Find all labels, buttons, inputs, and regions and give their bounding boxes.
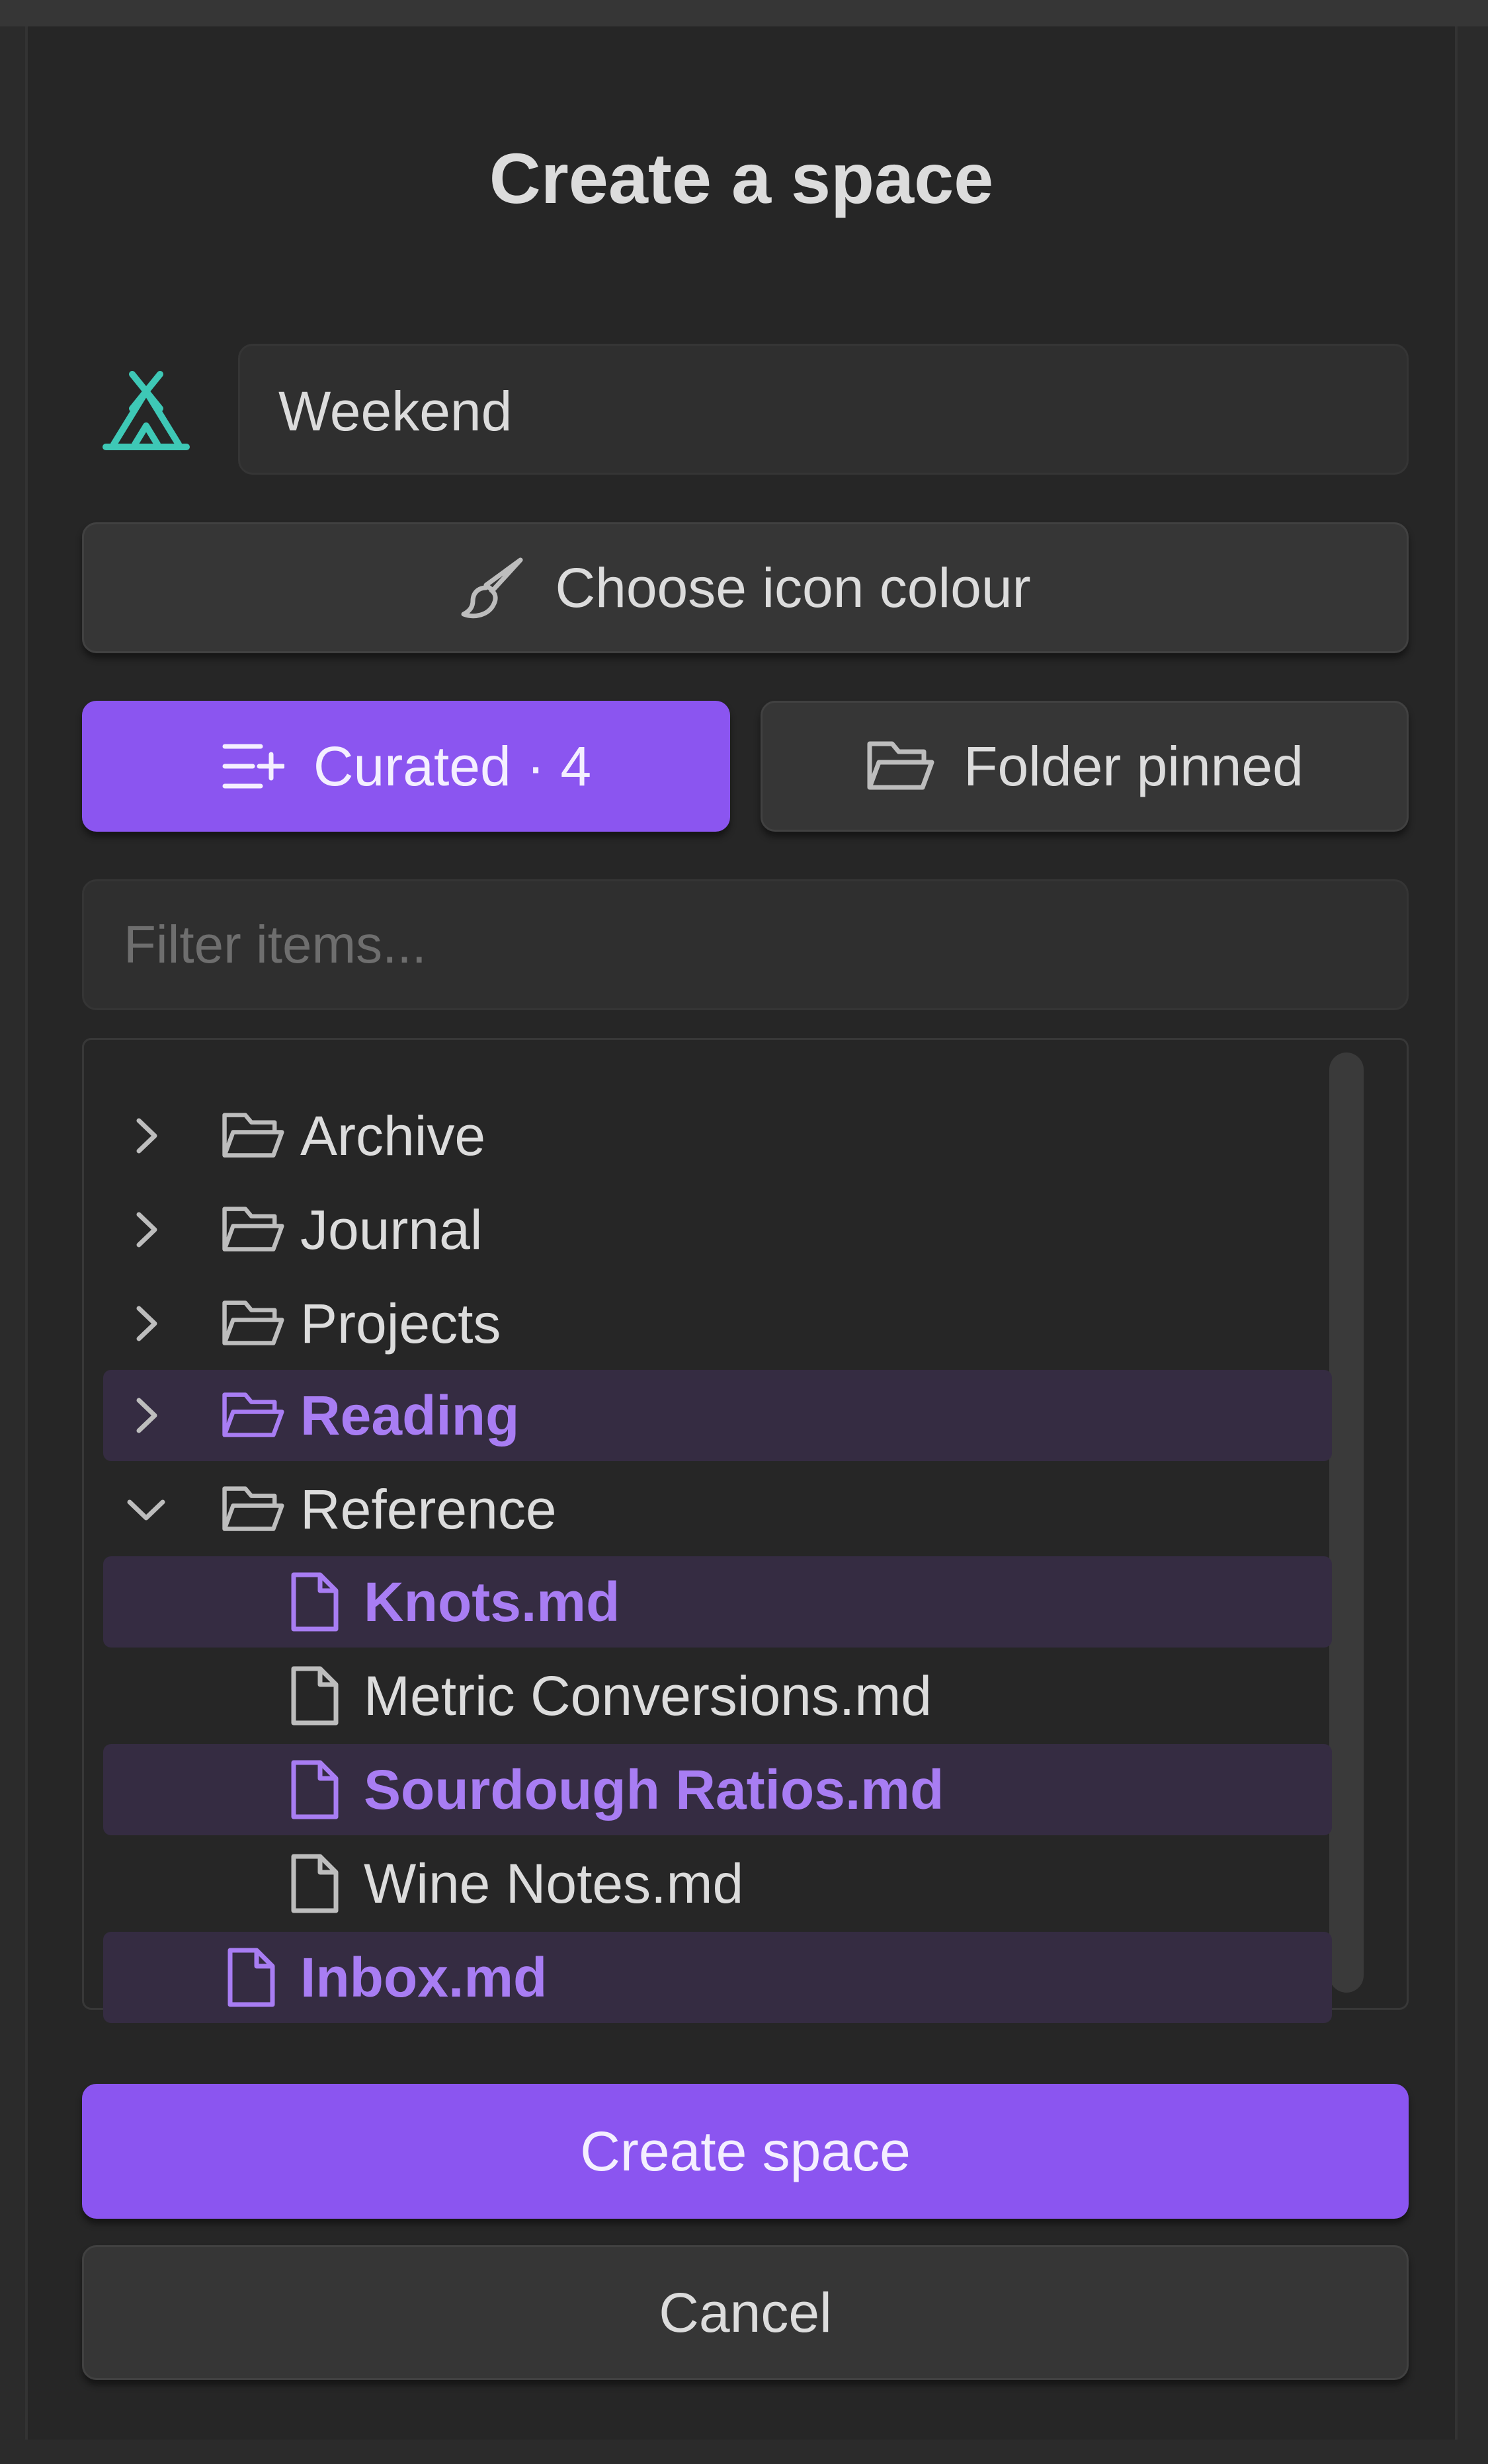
file-icon [291,1760,339,1819]
folder-pinned-mode-button[interactable]: Folder pinned [761,701,1409,832]
file-tree-scrollbar[interactable] [1329,1053,1364,1993]
tree-item-projects[interactable]: Projects [103,1278,1332,1369]
chevron-right-icon[interactable] [123,1300,169,1347]
tree-item-inbox-md[interactable]: Inbox.md [103,1932,1332,2023]
choose-icon-colour-button[interactable]: Choose icon colour [82,522,1409,653]
tree-item-reference[interactable]: Reference [103,1464,1332,1555]
tree-item-wine-notes-md[interactable]: Wine Notes.md [103,1838,1332,1929]
file-icon [291,1572,339,1632]
paintbrush-icon [461,557,523,619]
folder-open-icon [222,1392,284,1437]
chevron-down-icon[interactable] [123,1486,169,1532]
tree-item-label: Archive [300,1104,486,1167]
chevron-right-icon[interactable] [123,1113,169,1159]
tree-item-metric-conversions-md[interactable]: Metric Conversions.md [103,1650,1332,1741]
tree-item-journal[interactable]: Journal [103,1184,1332,1275]
tree-item-sourdough-ratios-md[interactable]: Sourdough Ratios.md [103,1744,1332,1835]
tree-item-label: Reference [300,1478,557,1540]
file-icon [291,1854,339,1913]
tree-item-label: Projects [300,1292,501,1355]
window-top-bar [0,0,1488,26]
filter-items-input[interactable]: Filter items... [82,879,1409,1010]
dialog-title: Create a space [489,138,994,218]
chevron-right-icon[interactable] [123,1392,169,1439]
tree-item-label: Journal [300,1198,483,1261]
folder-open-icon [867,741,934,790]
space-name-input[interactable]: Weekend [238,344,1409,475]
cancel-button[interactable]: Cancel [82,2245,1409,2380]
tent-icon[interactable] [101,370,192,456]
tree-item-label: Inbox.md [300,1946,548,2008]
tree-item-label: Reading [300,1384,520,1447]
curated-mode-label: Curated · 4 [313,735,592,797]
folder-open-icon [222,1207,284,1252]
list-plus-icon [222,744,284,789]
file-icon [291,1666,339,1726]
file-icon [227,1948,275,2007]
tree-item-knots-md[interactable]: Knots.md [103,1556,1332,1648]
tree-item-reading[interactable]: Reading [103,1370,1332,1461]
tree-item-archive[interactable]: Archive [103,1090,1332,1181]
folder-open-icon [222,1300,284,1345]
chevron-right-icon[interactable] [123,1207,169,1253]
create-space-button[interactable]: Create space [82,2084,1409,2219]
folder-pinned-mode-label: Folder pinned [964,735,1303,797]
create-space-dialog: Create a space Weekend Choose icon colou… [25,26,1458,2440]
folder-open-icon [222,1113,284,1158]
tree-item-label: Metric Conversions.md [364,1664,932,1727]
tree-item-label: Wine Notes.md [364,1852,744,1915]
folder-open-icon [222,1486,284,1531]
tree-item-label: Sourdough Ratios.md [364,1758,944,1821]
curated-mode-button[interactable]: Curated · 4 [82,701,730,832]
choose-icon-colour-label: Choose icon colour [555,556,1031,619]
tree-item-label: Knots.md [364,1570,620,1633]
